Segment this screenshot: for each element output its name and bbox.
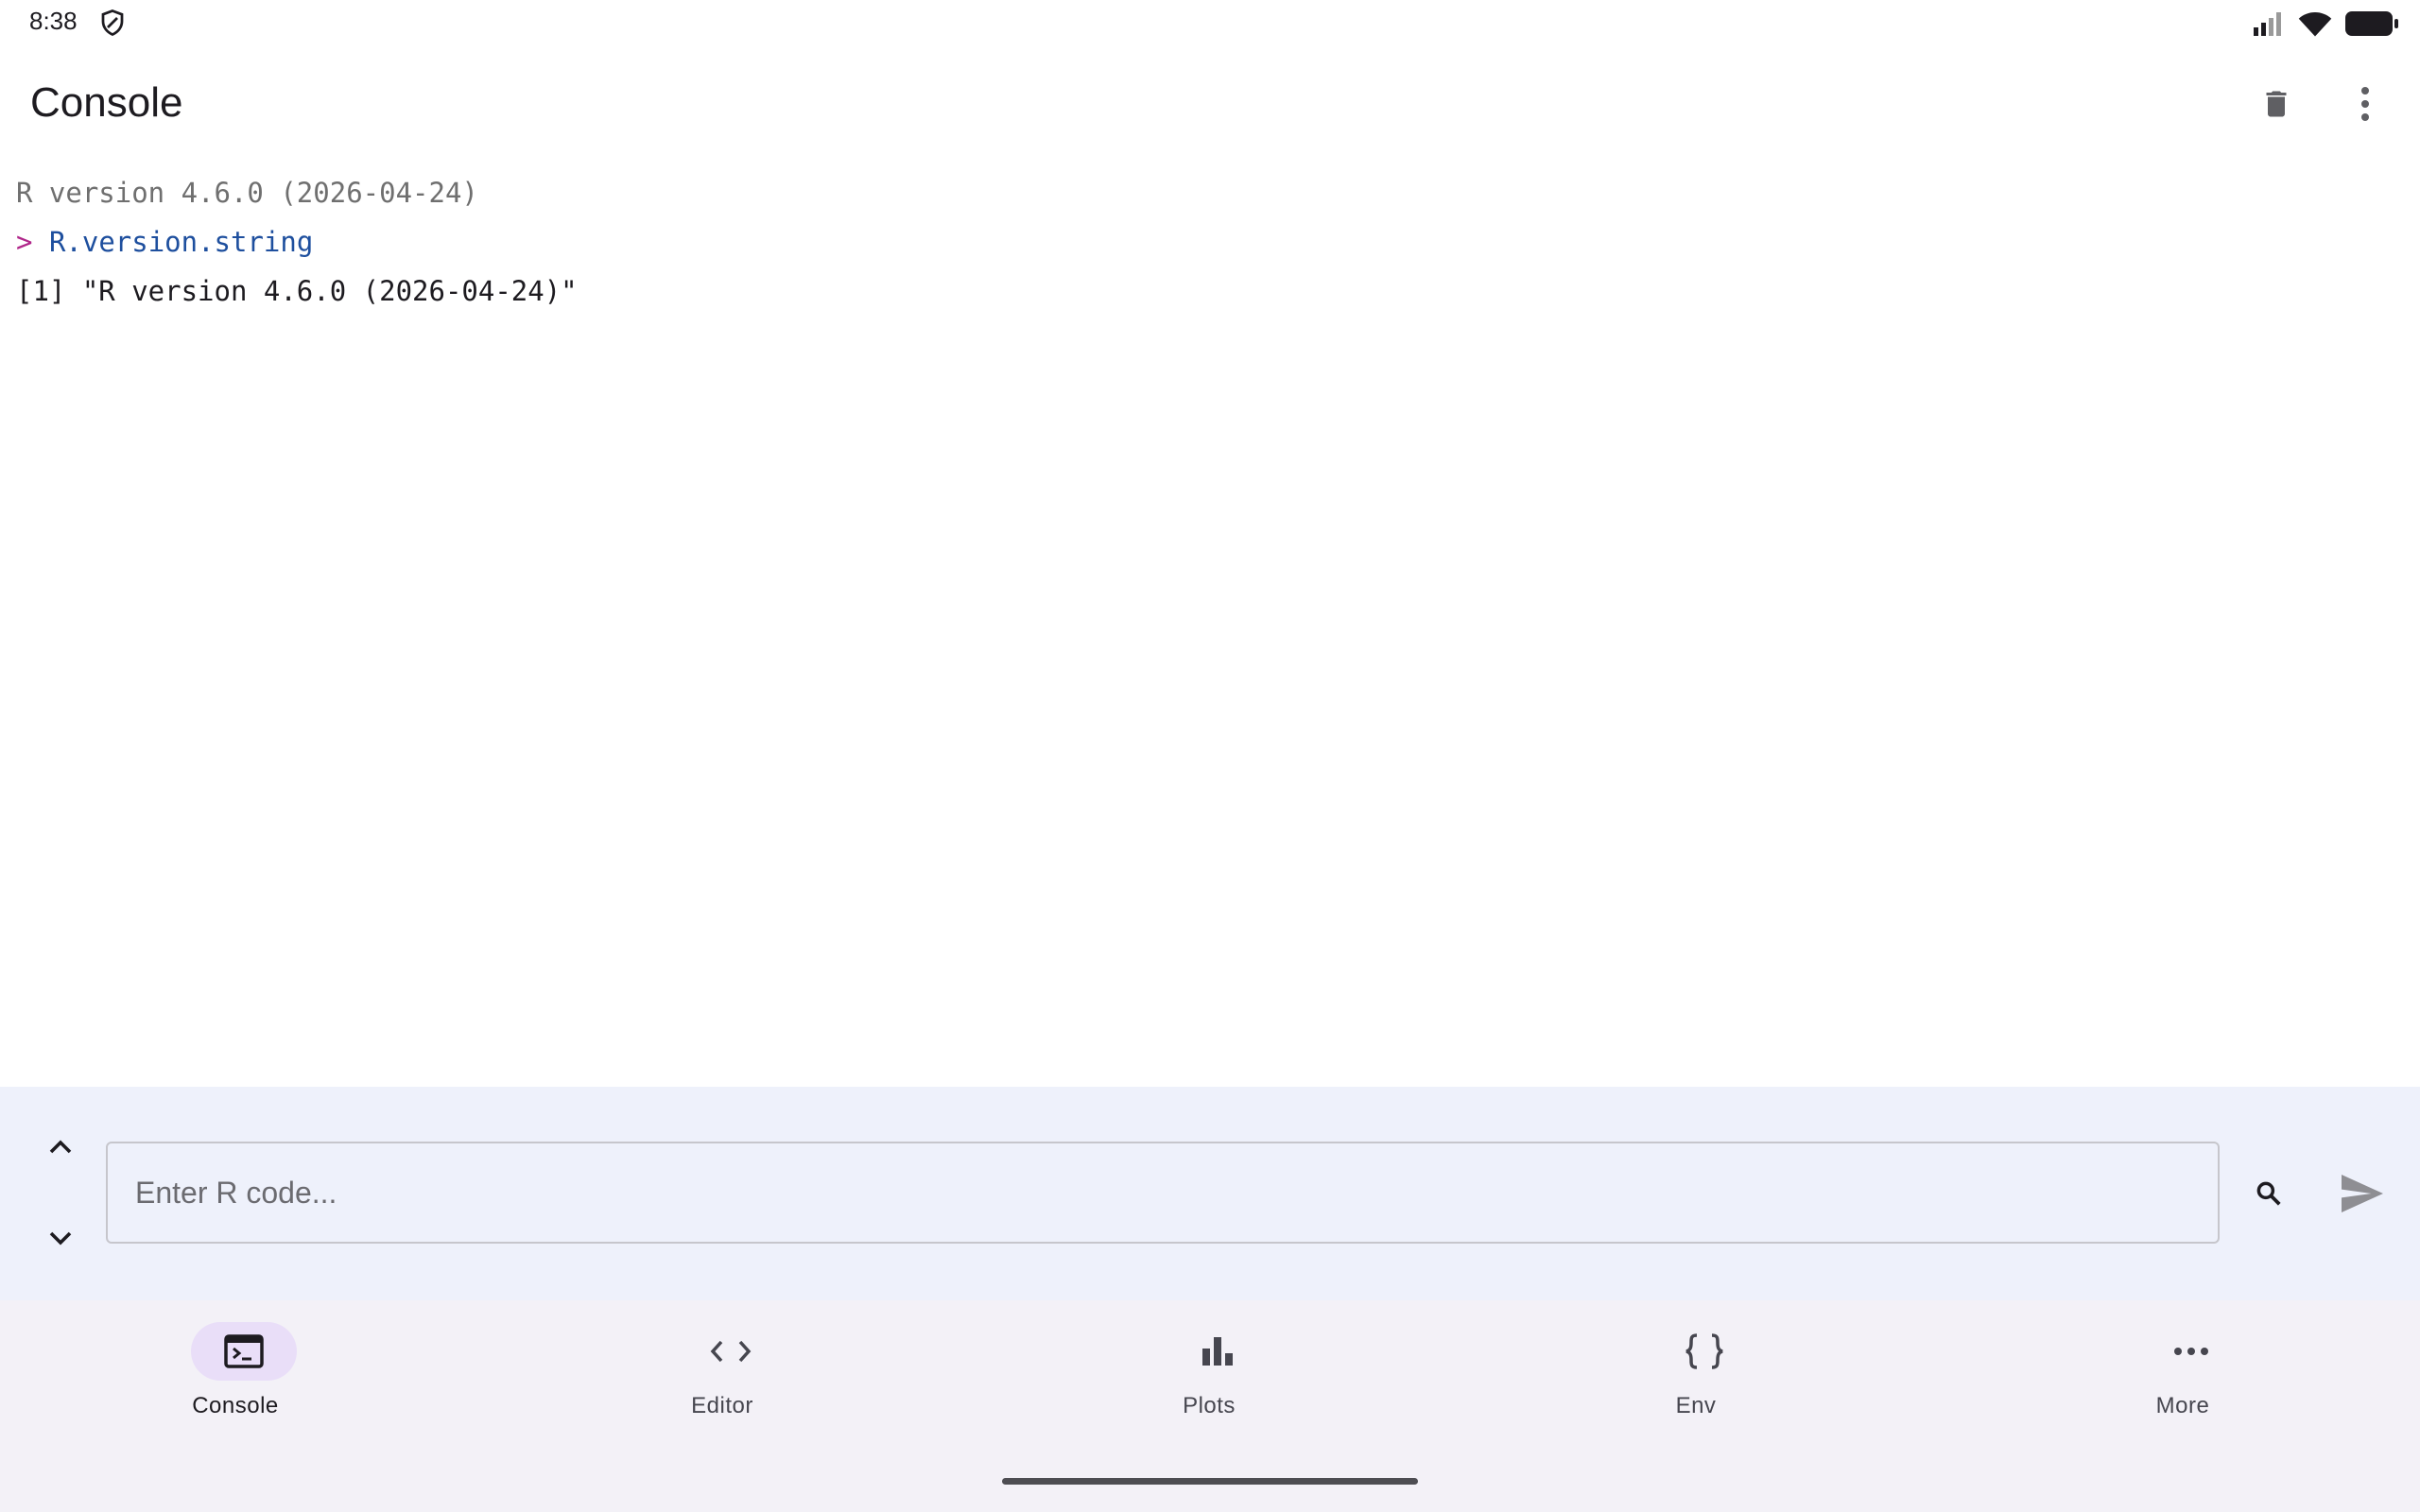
chevron-down-icon [49,1231,72,1246]
nav-item-console[interactable]: Console [122,1300,349,1433]
bar-chart-icon [1202,1337,1233,1366]
nav-icon-container [1165,1322,1270,1381]
chevron-up-icon [49,1140,72,1154]
page-title: Console [30,79,183,126]
nav-active-indicator [191,1322,297,1381]
terminal-icon [224,1334,264,1368]
search-button[interactable] [2242,1160,2295,1227]
trash-icon [2266,91,2287,117]
braces-icon [1685,1333,1723,1369]
more-vert-icon [2361,87,2369,121]
history-down-button[interactable] [34,1211,87,1264]
shield-icon [101,9,124,37]
console-command: R.version.string [48,226,314,258]
wifi-icon [2298,12,2332,37]
nav-label: More [2155,1393,2210,1418]
nav-label: Editor [691,1393,753,1418]
nav-icon-container [1651,1322,1757,1381]
nav-label: Plots [1183,1393,1236,1418]
send-button[interactable] [2331,1160,2394,1227]
nav-icon-container [2138,1322,2244,1381]
status-icons [2252,9,2399,39]
send-icon [2342,1175,2383,1212]
home-indicator[interactable] [1002,1478,1418,1485]
overflow-menu-button[interactable] [2331,70,2399,138]
history-up-button[interactable] [34,1121,87,1174]
nav-item-editor[interactable]: Editor [609,1300,836,1433]
cellular-signal-icon [2254,12,2281,36]
nav-label: Env [1675,1393,1717,1418]
nav-item-more[interactable]: More [2069,1300,2296,1433]
console-output: R version 4.6.0 (2026-04-24) > R.version… [16,168,2401,316]
search-icon [2256,1181,2281,1206]
battery-icon [2345,11,2398,36]
console-banner: R version 4.6.0 (2026-04-24) [16,177,478,209]
nav-item-env[interactable]: Env [1582,1300,1809,1433]
console-command-line: > R.version.string [16,217,2401,266]
clear-console-button[interactable] [2242,70,2310,138]
more-horiz-icon [2174,1348,2208,1355]
nav-icon-container [678,1322,784,1381]
nav-label: Console [192,1393,279,1418]
code-icon [710,1340,752,1363]
status-bar: 8:38 [0,0,2420,47]
r-code-input[interactable] [106,1142,2220,1244]
status-time: 8:38 [29,7,78,35]
console-prompt: > [16,226,33,258]
nav-item-plots[interactable]: Plots [1096,1300,1322,1433]
top-app-bar: Console [0,57,2420,151]
console-result: [1] "R version 4.6.0 (2026-04-24)" [16,275,578,307]
